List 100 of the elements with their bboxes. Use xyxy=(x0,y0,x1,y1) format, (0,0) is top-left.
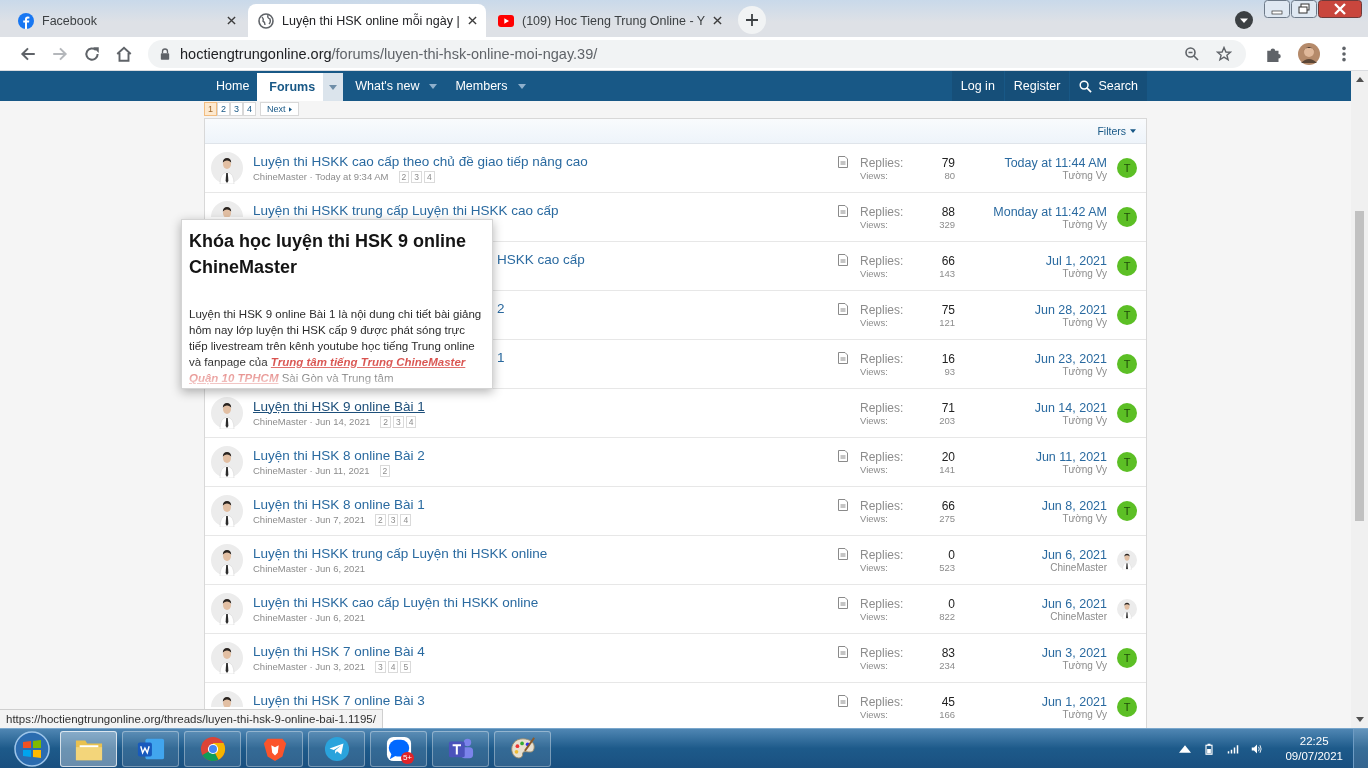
last-poster[interactable]: Tường Vy xyxy=(1062,365,1107,377)
taskbar-app[interactable] xyxy=(494,730,551,767)
scrollbar-thumb[interactable] xyxy=(1355,211,1364,521)
last-post-date[interactable]: Jun 6, 2021 xyxy=(1041,596,1107,611)
letter-avatar[interactable]: T xyxy=(1117,305,1137,325)
letter-avatar[interactable]: T xyxy=(1117,354,1137,374)
nav-tab[interactable]: Home xyxy=(204,71,258,101)
last-post-date[interactable]: Jun 3, 2021 xyxy=(1041,645,1107,660)
page-link[interactable]: 4 xyxy=(405,415,417,428)
battery-icon[interactable] xyxy=(1203,742,1216,755)
search-button[interactable]: Search xyxy=(1069,71,1147,101)
thread-title[interactable]: Luyện thi HSK 9 online Bài 1 xyxy=(253,398,425,414)
letter-avatar[interactable]: T xyxy=(1117,158,1137,178)
last-post-date[interactable]: Jun 11, 2021 xyxy=(1035,449,1107,464)
page-link[interactable]: 3 xyxy=(387,513,399,526)
page-link[interactable]: 2 xyxy=(380,415,391,428)
nav-link[interactable]: Register xyxy=(1003,71,1070,101)
close-icon[interactable] xyxy=(227,16,236,25)
nav-tab[interactable]: What's new xyxy=(343,71,444,101)
letter-avatar[interactable]: T xyxy=(1117,403,1137,423)
taskbar-app[interactable] xyxy=(60,730,117,767)
letter-avatar[interactable]: T xyxy=(1117,697,1137,717)
last-poster[interactable]: Tường Vy xyxy=(1062,463,1107,475)
thread-title[interactable]: Luyện thi HSK 8 online Bài 1 xyxy=(253,496,425,512)
clock[interactable]: 22:25 09/07/2021 xyxy=(1285,733,1343,764)
scrollbar[interactable] xyxy=(1351,71,1368,728)
last-post-date[interactable]: Jun 6, 2021 xyxy=(1041,547,1107,562)
last-poster[interactable]: Tường Vy xyxy=(1062,169,1107,181)
last-post-date[interactable]: Jun 8, 2021 xyxy=(1041,498,1107,513)
page-link[interactable]: 3 xyxy=(411,170,422,183)
last-poster[interactable]: Tường Vy xyxy=(1062,659,1107,671)
filters-button[interactable]: Filters xyxy=(1097,125,1136,137)
browser-tab[interactable]: Luyện thi HSK online mỗi ngày | xyxy=(248,4,486,37)
last-post-date[interactable]: Jul 1, 2021 xyxy=(1045,253,1107,268)
taskbar-app[interactable] xyxy=(308,730,365,767)
close-icon[interactable] xyxy=(1318,0,1362,18)
scroll-up-icon[interactable] xyxy=(1355,77,1364,82)
page-link[interactable]: 2 xyxy=(217,102,231,116)
page-link[interactable]: 4 xyxy=(424,170,435,183)
last-poster[interactable]: Tường Vy xyxy=(1062,267,1107,279)
page-link[interactable]: 2 xyxy=(374,513,386,526)
taskbar-app[interactable] xyxy=(122,730,179,767)
close-icon[interactable] xyxy=(467,16,477,25)
thread-title[interactable]: Luyện thi HSKK trung cấp Luyện thi HSKK online xyxy=(253,545,548,561)
last-poster[interactable]: Tường Vy xyxy=(1062,218,1107,230)
profile-avatar[interactable] xyxy=(1298,42,1320,65)
signal-icon[interactable] xyxy=(1227,742,1240,755)
thread-title[interactable]: Luyện thi HSK 8 online Bài 2 xyxy=(253,447,425,463)
letter-avatar[interactable]: T xyxy=(1117,207,1137,227)
page-link[interactable]: 3 xyxy=(374,660,386,673)
last-post-date[interactable]: Today at 11:44 AM xyxy=(1004,155,1107,170)
letter-avatar[interactable]: T xyxy=(1117,501,1137,521)
last-poster[interactable]: Tường Vy xyxy=(1062,316,1107,328)
thread-title[interactable]: Luyện thi HSKK cao cấp theo chủ đề giao tiếp nâng cao xyxy=(253,153,588,169)
nav-tab[interactable]: Forums xyxy=(257,73,344,101)
last-post-date[interactable]: Jun 23, 2021 xyxy=(1034,351,1107,366)
new-tab-icon[interactable] xyxy=(738,6,766,34)
browser-tab[interactable]: Facebook xyxy=(8,4,246,37)
last-poster[interactable]: ChineMaster xyxy=(1050,610,1107,622)
page-link[interactable]: 5 xyxy=(400,660,412,673)
zoom-icon[interactable] xyxy=(1184,45,1200,62)
maximize-icon[interactable] xyxy=(1291,0,1317,18)
taskbar-app[interactable]: 5+ xyxy=(370,730,427,767)
last-poster[interactable]: ChineMaster xyxy=(1050,561,1107,573)
scroll-down-icon[interactable] xyxy=(1355,717,1364,722)
page-link[interactable]: 4 xyxy=(243,102,257,116)
thread-title[interactable]: 2 xyxy=(497,300,505,316)
browser-tab[interactable]: (109) Hoc Tieng Trung Online - Y xyxy=(488,4,726,37)
letter-avatar[interactable]: T xyxy=(1117,256,1137,276)
letter-avatar[interactable]: T xyxy=(1117,648,1137,668)
page-link[interactable]: 4 xyxy=(400,513,412,526)
minimize-icon[interactable] xyxy=(1264,0,1290,18)
start-button[interactable] xyxy=(12,728,52,768)
page-link[interactable]: 4 xyxy=(387,660,399,673)
star-icon[interactable] xyxy=(1216,45,1232,62)
last-poster[interactable]: Tường Vy xyxy=(1062,512,1107,524)
page-link[interactable]: 2 xyxy=(398,170,410,183)
last-poster[interactable]: Tường Vy xyxy=(1062,414,1107,426)
thread-title[interactable]: Luyện thi HSKK cao cấp Luyện thi HSKK online xyxy=(253,594,539,610)
last-poster[interactable]: Tường Vy xyxy=(1062,708,1107,720)
last-post-date[interactable]: Jun 1, 2021 xyxy=(1041,694,1107,709)
thread-title[interactable]: Luyện thi HSKK trung cấp Luyện thi HSKK cao cấp xyxy=(253,202,559,218)
volume-icon[interactable] xyxy=(1251,742,1264,755)
page-link[interactable]: 3 xyxy=(230,102,244,116)
home-icon[interactable] xyxy=(115,44,133,63)
next-page-button[interactable]: Next xyxy=(260,102,299,116)
taskbar-app[interactable] xyxy=(432,730,489,767)
last-post-date[interactable]: Monday at 11:42 AM xyxy=(993,204,1107,219)
tab-search-icon[interactable] xyxy=(1234,10,1254,30)
page-link[interactable]: 3 xyxy=(392,415,404,428)
taskbar-app[interactable] xyxy=(184,730,241,767)
reload-icon[interactable] xyxy=(83,44,101,63)
thread-title[interactable]: 1 xyxy=(497,349,505,365)
thread-title[interactable]: Luyện thi HSK 7 online Bài 4 xyxy=(253,643,425,659)
address-bar[interactable]: hoctiengtrungonline.org/forums/luyen-thi-hsk-online-moi-ngay.39/ xyxy=(148,39,1246,68)
page-link[interactable]: 2 xyxy=(379,464,391,477)
nav-link[interactable]: Log in xyxy=(950,71,1004,101)
thread-title[interactable]: Luyện thi HSK 7 online Bài 3 xyxy=(253,692,425,708)
nav-tab[interactable]: Members xyxy=(443,71,532,101)
close-icon[interactable] xyxy=(713,16,723,25)
